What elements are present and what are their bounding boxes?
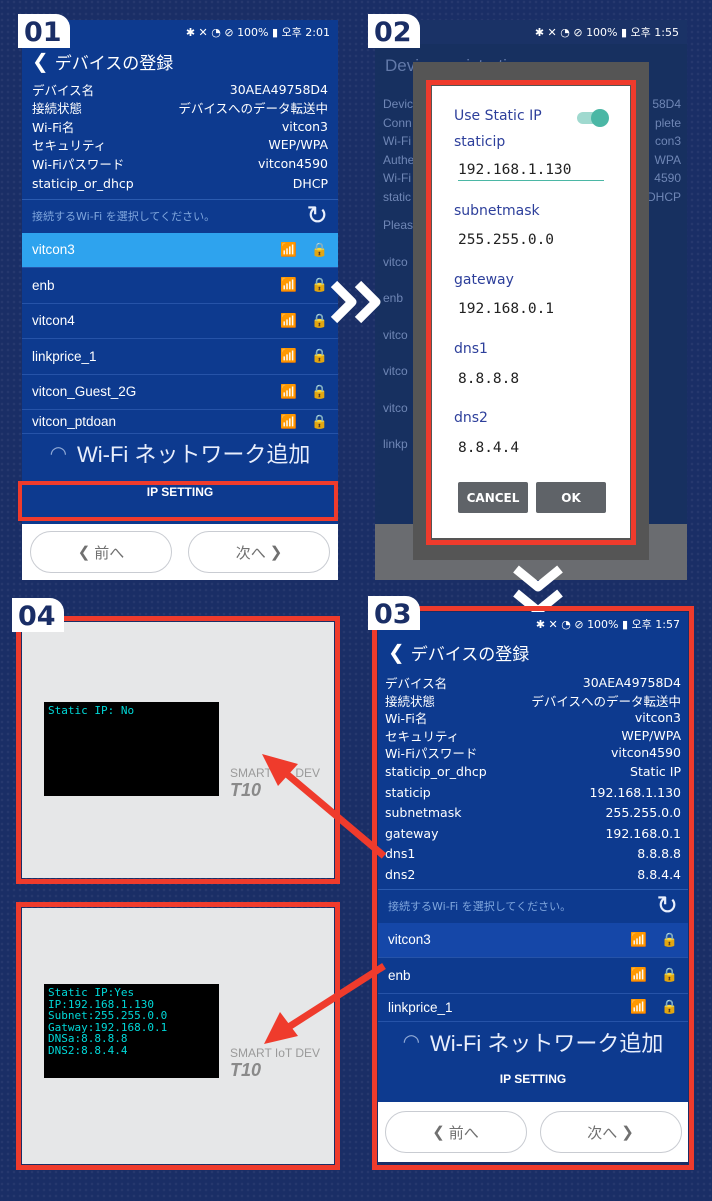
prev-button[interactable]: ❮ 前へ: [30, 531, 172, 573]
highlight-screen-03: [372, 606, 694, 1170]
wifi-prompt-text: 接続するWi-Fi を選択してください。: [32, 210, 216, 223]
lock-icon: 🔒: [311, 241, 328, 257]
highlight-dialog: [426, 80, 636, 545]
info-row: Wi-Fi名 vitcon3: [32, 118, 328, 135]
step-badge: 04: [12, 598, 64, 632]
lock-icon: 🔒: [311, 348, 328, 364]
page-header: ❮ デバイスの登録: [22, 44, 338, 78]
highlight-device-top: [16, 616, 340, 884]
info-row: デバイス名 30AEA49758D4: [32, 81, 328, 98]
wifi-list: vitcon3 📶 🔒 enb 📶 🔒 vitcon4 📶 🔒 linkprice_1 📶 🔒 …: [22, 232, 338, 434]
next-button[interactable]: 次へ ❯: [188, 531, 330, 573]
back-chevron-icon[interactable]: ❮: [32, 49, 49, 73]
device-info-list: デバイス名 30AEA49758D4 接続状態 デバイスへのデータ転送中 Wi-Fi…: [22, 78, 338, 195]
wifi-row[interactable]: linkprice_1 📶 🔒: [22, 339, 338, 375]
highlight-device-bottom: [16, 902, 340, 1170]
bg-left-column: Devic Conn Wi-Fi Authe Wi-Fi static Pleas vit…: [383, 97, 415, 451]
wifi-signal-icon: 📶: [280, 277, 298, 293]
chevron-left-icon: ❮: [77, 544, 91, 561]
step-badge: 01: [18, 14, 70, 48]
info-row: staticip_or_dhcp DHCP: [32, 176, 328, 191]
wifi-row[interactable]: vitcon_ptdoan 📶 🔒: [22, 410, 338, 434]
wifi-signal-icon: 📶: [280, 413, 298, 429]
bottom-nav: ❮ 前へ 次へ ❯: [22, 524, 338, 580]
wifi-icon: ◠: [49, 442, 68, 465]
wifi-row[interactable]: vitcon_Guest_2G 📶 🔒: [22, 374, 338, 410]
bg-right-column: 58D4 plete con3 WPA 4590 DHCP: [646, 97, 681, 204]
lock-icon: 🔒: [311, 277, 328, 293]
page-title: デバイスの登録: [54, 53, 174, 74]
wifi-row[interactable]: vitcon3 📶 🔒: [22, 232, 338, 268]
step-badge: 03: [368, 596, 420, 630]
chevron-right-icon: ❯: [269, 544, 283, 561]
add-network-label: Wi-Fi ネットワーク追加: [77, 442, 311, 467]
highlight-ip-setting: [18, 481, 338, 521]
wifi-signal-icon: 📶: [280, 312, 298, 328]
wifi-row[interactable]: enb 📶 🔒: [22, 268, 338, 304]
lock-icon: 🔒: [311, 312, 328, 328]
wifi-signal-icon: 📶: [280, 241, 298, 257]
step-badge: 02: [368, 14, 420, 48]
wifi-row[interactable]: vitcon4 📶 🔒: [22, 303, 338, 339]
arrow-right-icon: [330, 280, 381, 324]
lock-icon: 🔒: [311, 383, 328, 399]
wifi-signal-icon: 📶: [280, 383, 298, 399]
wifi-prompt: 接続するWi-Fi を選択してください。 ↻: [22, 198, 338, 233]
info-row: Wi-Fiパスワード vitcon4590: [32, 155, 328, 172]
lock-icon: 🔒: [311, 413, 328, 429]
status-bar: ✱ ✕ ◔ ⊘ 100% ▮ 오후 1:55: [375, 20, 687, 44]
add-network-button[interactable]: ◠ Wi-Fi ネットワーク追加: [22, 434, 338, 472]
info-row: 接続状態 デバイスへのデータ転送中: [32, 101, 328, 117]
refresh-icon[interactable]: ↻: [306, 201, 328, 231]
info-row: セキュリティ WEP/WPA: [32, 137, 328, 154]
wifi-signal-icon: 📶: [280, 348, 298, 364]
